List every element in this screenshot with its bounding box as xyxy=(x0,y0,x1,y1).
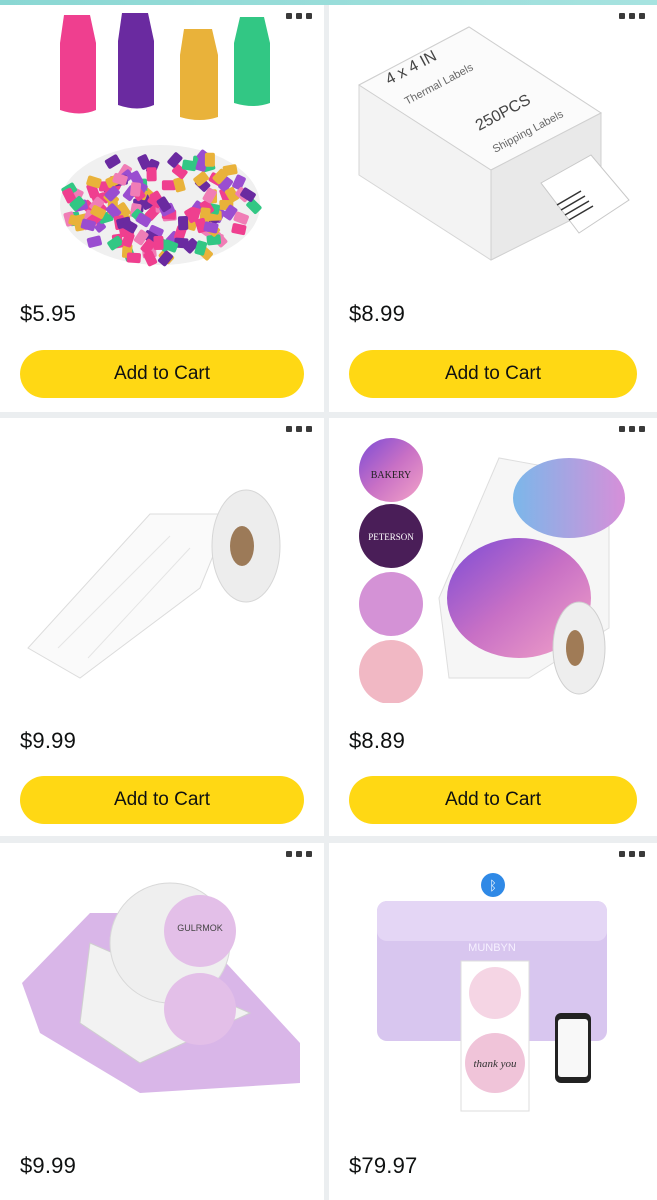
product-card[interactable]: $9.99 Add to Cart xyxy=(0,418,324,836)
product-price: $8.89 xyxy=(349,728,406,753)
brand-text: MUNBYN xyxy=(468,942,516,954)
eraser-cap-piece xyxy=(130,182,142,197)
product-image-label-printer[interactable]: ᛒ MUNBYN thank you xyxy=(329,843,657,1123)
product-card[interactable]: $5.95 Add to Cart xyxy=(0,5,324,412)
brand-text: GULRMOK xyxy=(177,923,223,933)
sticker-text: BAKERY xyxy=(371,470,412,481)
product-image-label-holder[interactable]: GULRMOK xyxy=(0,843,324,1123)
eraser-cap-piece xyxy=(153,235,164,250)
add-to-cart-button[interactable]: Add to Cart xyxy=(20,776,304,824)
add-to-cart-button[interactable]: Add to Cart xyxy=(349,776,637,824)
product-price: $5.95 xyxy=(20,301,77,326)
eraser-cap-piece xyxy=(126,252,141,264)
product-price: $9.99 xyxy=(20,728,77,753)
product-card[interactable]: GULRMOK $9.99 xyxy=(0,843,324,1200)
eraser-cap-piece xyxy=(146,167,157,182)
bluetooth-icon: ᛒ xyxy=(489,879,497,894)
sticker-text: PETERSON xyxy=(368,532,414,542)
add-to-cart-button[interactable]: Add to Cart xyxy=(20,350,304,398)
product-price: $79.97 xyxy=(349,1153,418,1178)
product-image-thermal-labels[interactable]: 4 x 4 IN Thermal Labels 250PCS Shipping … xyxy=(329,5,657,280)
product-grid: $5.95 Add to Cart 4 x 4 IN Thermal Label… xyxy=(0,5,657,1200)
label-text: thank you xyxy=(473,1058,517,1070)
product-card[interactable]: ᛒ MUNBYN thank you $79.97 xyxy=(329,843,657,1200)
product-image-eraser-caps[interactable] xyxy=(0,5,324,280)
eraser-cap-piece xyxy=(177,215,189,231)
product-card[interactable]: 4 x 4 IN Thermal Labels 250PCS Shipping … xyxy=(329,5,657,412)
eraser-cap-piece xyxy=(204,152,215,167)
product-image-glitter-sticker-roll[interactable]: BAKERY PETERSON xyxy=(329,418,657,703)
add-to-cart-button[interactable]: Add to Cart xyxy=(349,350,637,398)
product-image-white-label-roll[interactable] xyxy=(0,418,324,703)
product-price: $8.99 xyxy=(349,301,406,326)
product-card[interactable]: BAKERY PETERSON $8.89 Add to Cart xyxy=(329,418,657,836)
product-price: $9.99 xyxy=(20,1153,77,1178)
